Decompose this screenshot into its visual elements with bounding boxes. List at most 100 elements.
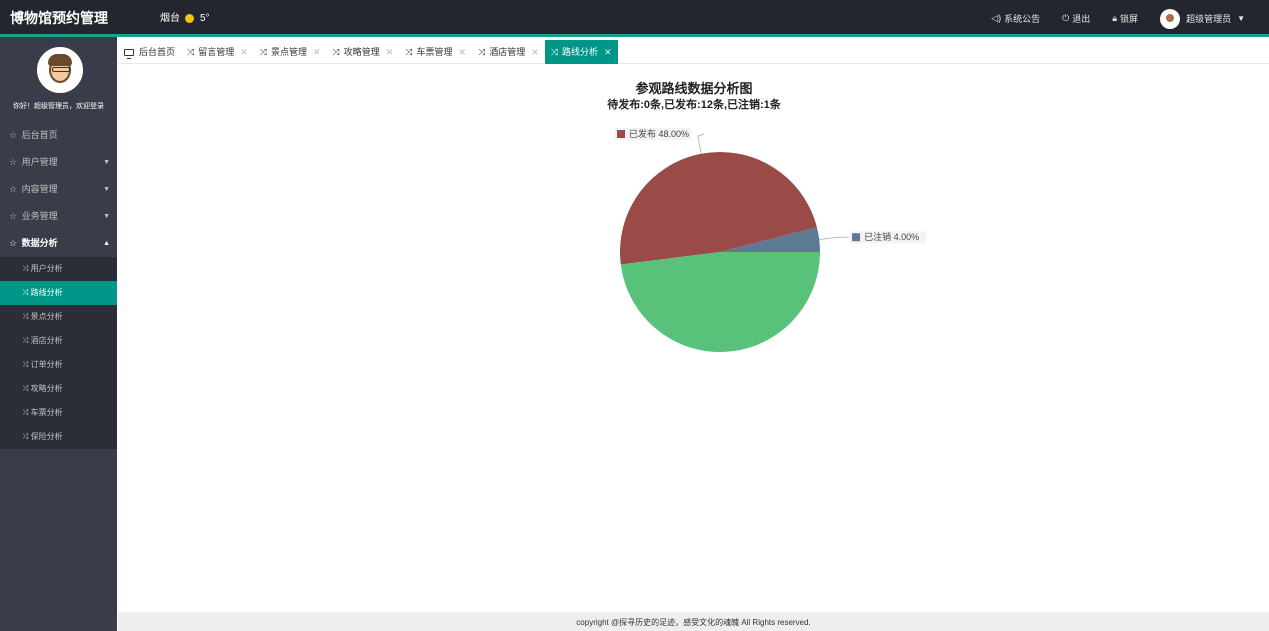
sidebar-profile: 你好！超级管理员，欢迎登录 [0, 37, 117, 122]
tab-messages[interactable]: ⤨ 留言管理 ✕ [181, 40, 254, 64]
close-icon[interactable]: ✕ [313, 40, 321, 64]
lock-icon: 🔒︎ [1112, 13, 1118, 23]
tab-attractions[interactable]: ⤨ 景点管理 ✕ [254, 40, 327, 64]
tab-tickets[interactable]: ⤨ 车票管理 ✕ [399, 40, 472, 64]
tab-label: 攻略管理 [343, 47, 380, 57]
shuffle-icon: ⤨ [22, 432, 31, 441]
lock-screen-button[interactable]: 🔒︎ 锁屏 [1112, 12, 1138, 25]
pie-chart: 已发布 48.00% 已注销 4.00% [615, 128, 927, 353]
copyright-text: copyright @探寻历史的足迹，感受文化的魂魄 All Rights re… [576, 618, 811, 627]
monitor-icon [124, 48, 134, 59]
sidebar-item-label: 业务管理 [21, 211, 58, 221]
sidebar-subitem-label: 酒店分析 [30, 336, 63, 345]
lock-label: 锁屏 [1120, 14, 1139, 24]
shuffle-icon: ⤨ [22, 264, 31, 273]
sidebar-subitem-label: 路线分析 [30, 288, 63, 297]
analytics-submenu: ⤨ 用户分析 ⤨ 路线分析 ⤨ 景点分析 ⤨ 酒店分析 ⤨ 订单分析 ⤨ 攻略分… [0, 257, 117, 449]
user-name: 超级管理员 [1186, 14, 1232, 24]
caret-down-icon: ▼ [103, 213, 110, 220]
pie-label-0: 已发布 48.00% [629, 128, 689, 139]
caret-down-icon: ▼ [103, 186, 110, 193]
tab-label: 车票管理 [416, 47, 453, 57]
sidebar-subitem-attraction-analysis[interactable]: ⤨ 景点分析 [0, 305, 117, 329]
close-icon[interactable]: ✕ [459, 40, 467, 64]
sidebar-subitem-order-analysis[interactable]: ⤨ 订单分析 [0, 353, 117, 377]
logout-label: 退出 [1072, 14, 1091, 24]
caret-down-icon: ▼ [103, 159, 110, 166]
tab-label: 留言管理 [198, 47, 235, 57]
header-actions: ◁) 系统公告 ⏻ 退出 🔒︎ 锁屏 超级管理员 ▼ [991, 0, 1269, 37]
close-icon[interactable]: ✕ [604, 40, 612, 64]
weather-widget: 烟台 5° [160, 0, 210, 37]
power-icon: ⏻ [1062, 13, 1070, 23]
shuffle-icon: ⤨ [22, 360, 31, 369]
speaker-icon: ◁) [991, 13, 1002, 23]
sidebar-item-label: 数据分析 [21, 238, 58, 248]
shuffle-icon: ⤨ [332, 47, 340, 57]
pie-label-1: 已注销 4.00% [864, 231, 919, 242]
sidebar-subitem-user-analysis[interactable]: ⤨ 用户分析 [0, 257, 117, 281]
tab-route-analysis[interactable]: ⤨ 路线分析 ✕ [544, 40, 618, 64]
shuffle-icon: ⤨ [259, 47, 267, 57]
app-root: 博物馆预约管理 烟台 5° ◁) 系统公告 ⏻ 退出 🔒︎ 锁屏 超级管理员 ▼ [0, 0, 1269, 631]
top-header: 博物馆预约管理 烟台 5° ◁) 系统公告 ⏻ 退出 🔒︎ 锁屏 超级管理员 ▼ [0, 0, 1269, 37]
sidebar: 你好！超级管理员，欢迎登录 ☆ 后台首页 ☆ 用户管理 ▼ ☆ 内容管理 ▼ ☆… [0, 37, 117, 631]
tab-home[interactable]: 后台首页 [118, 40, 181, 64]
pie-leader-line-0 [697, 133, 705, 154]
sidebar-item-label: 后台首页 [21, 130, 58, 140]
pie-leader-line-1 [819, 236, 850, 240]
sun-icon [185, 14, 194, 23]
pie-label-swatch-1 [852, 233, 861, 242]
tab-hotels[interactable]: ⤨ 酒店管理 ✕ [472, 40, 545, 64]
sidebar-item-content[interactable]: ☆ 内容管理 ▼ [0, 176, 117, 203]
user-avatar [1160, 8, 1181, 29]
sidebar-subitem-insurance-analysis[interactable]: ⤨ 保险分析 [0, 425, 117, 449]
sidebar-subitem-label: 订单分析 [30, 360, 63, 369]
star-icon: ☆ [9, 238, 18, 248]
sidebar-subitem-label: 车票分析 [30, 408, 63, 417]
notice-button[interactable]: ◁) 系统公告 [991, 12, 1040, 25]
weather-city: 烟台 [160, 13, 180, 24]
shuffle-icon: ⤨ [22, 408, 31, 417]
sidebar-subitem-ticket-analysis[interactable]: ⤨ 车票分析 [0, 401, 117, 425]
close-icon[interactable]: ✕ [240, 40, 248, 64]
sidebar-item-home[interactable]: ☆ 后台首页 [0, 122, 117, 149]
pie-label-swatch-0 [617, 130, 625, 138]
sidebar-item-users[interactable]: ☆ 用户管理 ▼ [0, 149, 117, 176]
sidebar-item-business[interactable]: ☆ 业务管理 ▼ [0, 203, 117, 230]
shuffle-icon: ⤨ [22, 384, 31, 393]
caret-up-icon: ▲ [103, 240, 110, 247]
tab-bar: 后台首页 ⤨ 留言管理 ✕ ⤨ 景点管理 ✕ ⤨ 攻略管理 ✕ ⤨ 车票管理 ✕… [118, 40, 1269, 64]
sidebar-item-analytics[interactable]: ☆ 数据分析 ▲ [0, 230, 117, 257]
caret-down-icon: ▼ [1237, 14, 1245, 23]
profile-avatar[interactable] [37, 47, 83, 93]
tab-label: 后台首页 [139, 47, 176, 57]
shuffle-icon: ⤨ [405, 47, 413, 57]
shuffle-icon: ⤨ [22, 288, 31, 297]
tab-guides[interactable]: ⤨ 攻略管理 ✕ [327, 40, 400, 64]
close-icon[interactable]: ✕ [531, 40, 539, 64]
close-icon[interactable]: ✕ [386, 40, 394, 64]
sidebar-subitem-label: 攻略分析 [30, 384, 63, 393]
logout-button[interactable]: ⏻ 退出 [1062, 12, 1090, 25]
star-icon: ☆ [9, 184, 18, 194]
sidebar-subitem-route-analysis[interactable]: ⤨ 路线分析 [0, 281, 117, 305]
shuffle-icon: ⤨ [478, 47, 486, 57]
sidebar-subitem-label: 景点分析 [30, 312, 63, 321]
sidebar-nav: ☆ 后台首页 ☆ 用户管理 ▼ ☆ 内容管理 ▼ ☆ 业务管理 ▼ ☆ 数据分析 [0, 122, 117, 449]
avatar-glasses [52, 67, 70, 72]
footer: copyright @探寻历史的足迹，感受文化的魂魄 All Rights re… [118, 612, 1269, 631]
sidebar-item-label: 内容管理 [21, 184, 58, 194]
pie-slice-2[interactable] [620, 252, 820, 353]
notice-label: 系统公告 [1004, 14, 1041, 24]
shuffle-icon: ⤨ [22, 336, 31, 345]
sidebar-subitem-guide-analysis[interactable]: ⤨ 攻略分析 [0, 377, 117, 401]
welcome-text: 你好！超级管理员，欢迎登录 [13, 103, 104, 110]
star-icon: ☆ [9, 157, 18, 167]
sidebar-item-label: 用户管理 [21, 157, 58, 167]
sidebar-subitem-hotel-analysis[interactable]: ⤨ 酒店分析 [0, 329, 117, 353]
user-menu[interactable]: 超级管理员 ▼ [1160, 8, 1245, 29]
tab-label: 路线分析 [562, 47, 599, 57]
sidebar-subitem-label: 保险分析 [30, 432, 63, 441]
shuffle-icon: ⤨ [550, 47, 559, 57]
